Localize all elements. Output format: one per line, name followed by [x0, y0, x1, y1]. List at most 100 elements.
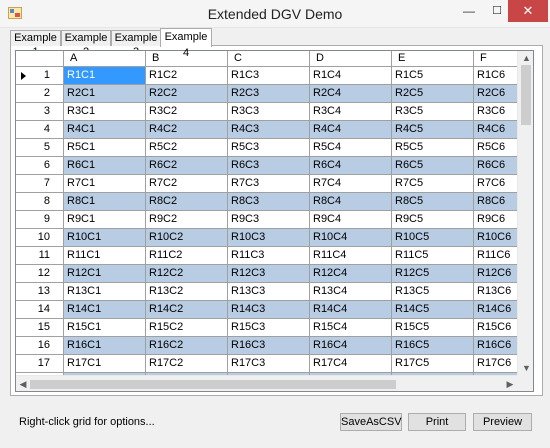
grid-cell[interactable]: R16C5: [392, 337, 474, 355]
column-header[interactable]: D: [310, 51, 392, 67]
grid-cell[interactable]: R5C5: [392, 139, 474, 157]
maximize-button[interactable]: ☐: [483, 0, 511, 22]
row-header[interactable]: 9: [16, 211, 64, 229]
print-button[interactable]: Print: [408, 413, 466, 431]
grid-cell[interactable]: R12C3: [228, 265, 310, 283]
grid-cell[interactable]: R17C1: [64, 355, 146, 373]
grid-cell[interactable]: R3C2: [146, 103, 228, 121]
grid-cell[interactable]: R5C3: [228, 139, 310, 157]
grid-cell[interactable]: R9C1: [64, 211, 146, 229]
grid-cell[interactable]: R8C5: [392, 193, 474, 211]
tab-example-2[interactable]: Example 2: [61, 30, 111, 58]
grid-cell[interactable]: R3C3: [228, 103, 310, 121]
tab-example-4[interactable]: Example 4: [160, 28, 212, 59]
grid-cell[interactable]: R4C3: [228, 121, 310, 139]
row-header[interactable]: 14: [16, 301, 64, 319]
grid-cell[interactable]: R2C2: [146, 85, 228, 103]
grid-cell[interactable]: R1C2: [146, 67, 228, 85]
grid-cell[interactable]: R6C4: [310, 157, 392, 175]
grid-cell[interactable]: R2C4: [310, 85, 392, 103]
grid-cell[interactable]: R12C1: [64, 265, 146, 283]
column-header[interactable]: E: [392, 51, 474, 67]
grid-cell[interactable]: R17C2: [146, 355, 228, 373]
row-header[interactable]: 7: [16, 175, 64, 193]
grid-cell[interactable]: R16C4: [310, 337, 392, 355]
row-header[interactable]: 13: [16, 283, 64, 301]
grid-cell[interactable]: R8C1: [64, 193, 146, 211]
grid-cell[interactable]: R7C3: [228, 175, 310, 193]
horizontal-scrollbar[interactable]: ◀ ▶: [16, 375, 517, 391]
grid-cell[interactable]: R3C5: [392, 103, 474, 121]
grid-cell[interactable]: R2C5: [392, 85, 474, 103]
grid-cell[interactable]: R1C3: [228, 67, 310, 85]
grid-cell[interactable]: R14C4: [310, 301, 392, 319]
grid-cell[interactable]: R15C5: [392, 319, 474, 337]
grid-cell[interactable]: R4C2: [146, 121, 228, 139]
grid-cell[interactable]: R1C1: [64, 67, 146, 85]
grid-cell[interactable]: R13C4: [310, 283, 392, 301]
grid-cell[interactable]: R10C4: [310, 229, 392, 247]
grid-cell[interactable]: R11C1: [64, 247, 146, 265]
grid-cell[interactable]: R4C4: [310, 121, 392, 139]
grid-cell[interactable]: R15C3: [228, 319, 310, 337]
row-header[interactable]: 17: [16, 355, 64, 373]
grid-cell[interactable]: R13C2: [146, 283, 228, 301]
grid-cell[interactable]: R17C4: [310, 355, 392, 373]
grid-cell[interactable]: R9C3: [228, 211, 310, 229]
row-header[interactable]: 3: [16, 103, 64, 121]
grid-cell[interactable]: R17C5: [392, 355, 474, 373]
grid-cell[interactable]: R12C4: [310, 265, 392, 283]
grid-corner-header[interactable]: [16, 51, 64, 67]
grid-cell[interactable]: R1C4: [310, 67, 392, 85]
grid-cell[interactable]: R7C4: [310, 175, 392, 193]
row-header[interactable]: 15: [16, 319, 64, 337]
grid-cell[interactable]: R14C3: [228, 301, 310, 319]
grid-cell[interactable]: R7C1: [64, 175, 146, 193]
grid-cell[interactable]: R8C3: [228, 193, 310, 211]
row-header[interactable]: 1: [16, 67, 64, 85]
grid-cell[interactable]: R15C4: [310, 319, 392, 337]
grid-cell[interactable]: R16C1: [64, 337, 146, 355]
grid-cell[interactable]: R7C5: [392, 175, 474, 193]
grid-cell[interactable]: R12C5: [392, 265, 474, 283]
grid-cell[interactable]: R10C2: [146, 229, 228, 247]
row-header[interactable]: 6: [16, 157, 64, 175]
grid-cell[interactable]: R11C5: [392, 247, 474, 265]
row-header[interactable]: 5: [16, 139, 64, 157]
row-header[interactable]: 11: [16, 247, 64, 265]
vertical-scroll-thumb[interactable]: [521, 65, 531, 125]
row-header[interactable]: 16: [16, 337, 64, 355]
grid-cell[interactable]: R10C1: [64, 229, 146, 247]
column-header[interactable]: C: [228, 51, 310, 67]
row-header[interactable]: 2: [16, 85, 64, 103]
vertical-scrollbar[interactable]: ▲ ▼: [517, 51, 533, 375]
horizontal-scroll-thumb[interactable]: [30, 380, 396, 389]
grid-cell[interactable]: R10C5: [392, 229, 474, 247]
grid-cell[interactable]: R11C3: [228, 247, 310, 265]
save-as-csv-button[interactable]: SaveAsCSV: [340, 413, 402, 431]
close-button[interactable]: ✕: [508, 0, 548, 22]
grid-cell[interactable]: R1C5: [392, 67, 474, 85]
grid-cell[interactable]: R6C1: [64, 157, 146, 175]
grid-cell[interactable]: R6C2: [146, 157, 228, 175]
grid-cell[interactable]: R9C2: [146, 211, 228, 229]
grid-cell[interactable]: R2C1: [64, 85, 146, 103]
data-grid[interactable]: A B C D E F 1 R1C1 R1C2 R1C3 R1C4 R1C5 R1C6 2 R2C1 R2C2…: [15, 50, 534, 392]
grid-cell[interactable]: R11C2: [146, 247, 228, 265]
grid-cell[interactable]: R14C1: [64, 301, 146, 319]
grid-cell[interactable]: R4C5: [392, 121, 474, 139]
grid-cell[interactable]: R14C5: [392, 301, 474, 319]
grid-cell[interactable]: R13C1: [64, 283, 146, 301]
scroll-down-icon[interactable]: ▼: [518, 361, 533, 375]
grid-cell[interactable]: R5C2: [146, 139, 228, 157]
grid-cell[interactable]: R10C3: [228, 229, 310, 247]
grid-cell[interactable]: R6C3: [228, 157, 310, 175]
grid-cell[interactable]: R13C5: [392, 283, 474, 301]
preview-button[interactable]: Preview: [473, 413, 532, 431]
tab-example-1[interactable]: Example 1: [10, 30, 61, 58]
grid-cell[interactable]: R7C2: [146, 175, 228, 193]
scroll-right-icon[interactable]: ▶: [503, 376, 517, 391]
grid-cell[interactable]: R2C3: [228, 85, 310, 103]
grid-cell[interactable]: R5C4: [310, 139, 392, 157]
minimize-button[interactable]: —: [455, 0, 483, 22]
